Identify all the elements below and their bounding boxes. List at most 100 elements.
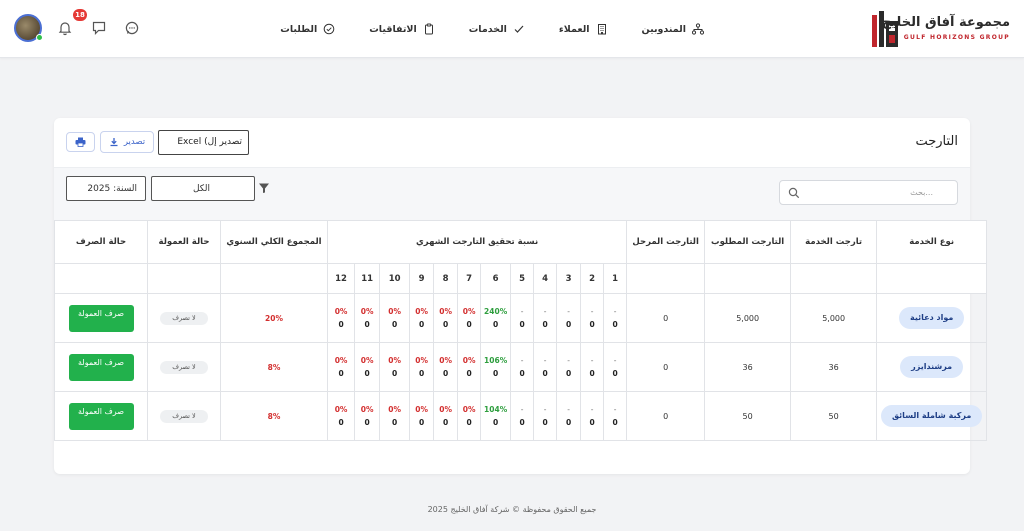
month-value: 0 bbox=[519, 320, 525, 329]
month-header: 6 bbox=[480, 263, 512, 294]
month-ratio-cell: 0% 0 bbox=[379, 342, 411, 392]
month-value: 0 bbox=[612, 320, 618, 329]
month-ratio-cell: -0 bbox=[510, 293, 535, 343]
month-value: 0 bbox=[589, 369, 595, 378]
month-percent: 0% bbox=[334, 356, 348, 365]
required-target-cell: 36 bbox=[704, 342, 792, 392]
annual-total-value: 8% bbox=[267, 411, 281, 421]
notification-badge: 18 bbox=[73, 9, 87, 21]
month-ratio-cell: -0 bbox=[533, 342, 558, 392]
month-percent: 0% bbox=[439, 405, 452, 414]
month-ratio-cell: 0% 0 bbox=[354, 342, 381, 392]
col-required-target: التارجت المطلوب bbox=[704, 220, 792, 264]
month-ratio-cell: 0% 0 bbox=[409, 293, 435, 343]
export-excel-button[interactable]: Excel (تصدير إل bbox=[158, 130, 249, 155]
month-ratio-cell: -0 bbox=[510, 342, 535, 392]
pay-commission-button[interactable]: صرف العمولة bbox=[68, 353, 134, 381]
month-percent: - bbox=[590, 356, 594, 365]
month-percent: 0% bbox=[439, 356, 452, 365]
print-button[interactable] bbox=[66, 132, 95, 152]
clipboard-icon bbox=[424, 23, 433, 35]
search-input[interactable]: بحث... bbox=[779, 180, 958, 205]
month-percent: 240% bbox=[484, 307, 508, 316]
brand-logo[interactable]: مجموعة آفاق الخليج GULF HORIZONS GROUP bbox=[870, 9, 1010, 49]
service-target-cell: 5,000 bbox=[790, 293, 878, 343]
category-select[interactable]: الكل bbox=[151, 176, 255, 201]
month-percent: 0% bbox=[462, 307, 476, 316]
month-header: 1 bbox=[603, 263, 628, 294]
month-ratio-cell: -0 bbox=[510, 391, 535, 441]
month-ratio-cell: -0 bbox=[533, 391, 558, 441]
month-percent: 0% bbox=[360, 307, 374, 316]
month-percent: - bbox=[567, 307, 570, 316]
month-percent: - bbox=[590, 405, 594, 414]
nav-item-services[interactable]: الخدمات bbox=[469, 20, 525, 38]
month-percent: 0% bbox=[388, 356, 401, 365]
top-navbar: مجموعة آفاق الخليج GULF HORIZONS GROUP ا… bbox=[0, 0, 1024, 58]
col-carried-target: التارجت المرحل bbox=[626, 220, 706, 264]
month-ratio-cell: -0 bbox=[533, 293, 558, 343]
nav-label: الخدمات bbox=[468, 23, 507, 35]
network-icon bbox=[692, 23, 704, 35]
month-ratio-cell: 240% 0 bbox=[480, 293, 512, 343]
month-percent: - bbox=[613, 307, 617, 316]
month-percent: - bbox=[520, 405, 524, 414]
month-header-row: 1 2 3 4 5 6 7 8 9 10 11 12 bbox=[54, 263, 988, 294]
month-header: 11 bbox=[354, 263, 381, 294]
month-header: 4 bbox=[533, 263, 558, 294]
month-value: 0 bbox=[392, 418, 398, 427]
month-percent: 0% bbox=[360, 356, 374, 365]
month-percent: - bbox=[543, 405, 547, 414]
month-value: 0 bbox=[392, 369, 398, 378]
footer-copyright: جميع الحقوق محفوظة © شركة آفاق الخليج 20… bbox=[427, 505, 597, 514]
month-ratio-cell: -0 bbox=[580, 391, 605, 441]
month-ratio-cell: -0 bbox=[603, 342, 628, 392]
pay-commission-button[interactable]: صرف العمولة bbox=[68, 402, 134, 430]
year-select[interactable]: السنة: 2025 bbox=[66, 176, 146, 201]
month-value: 0 bbox=[338, 418, 344, 427]
chat-bubble-icon[interactable] bbox=[91, 20, 107, 36]
month-ratio-cell: 0% 0 bbox=[433, 342, 459, 392]
col-annual-total: المجموع الكلي السنوي bbox=[220, 220, 328, 264]
export-button[interactable]: تصدير bbox=[100, 131, 154, 153]
nav-item-agreements[interactable]: الاتفاقيات bbox=[369, 20, 435, 38]
month-ratio-cell: 0% 0 bbox=[326, 293, 356, 343]
nav-item-representatives[interactable]: المندوبين bbox=[642, 20, 704, 38]
printer-icon bbox=[75, 137, 86, 147]
pay-commission-button[interactable]: صرف العمولة bbox=[68, 304, 134, 332]
month-ratio-cell: 0% 0 bbox=[457, 342, 482, 392]
required-target-cell: 50 bbox=[704, 391, 792, 441]
whatsapp-icon[interactable] bbox=[124, 20, 140, 36]
month-ratio-cell: 0% 0 bbox=[433, 293, 459, 343]
month-ratio-cell: 0% 0 bbox=[326, 342, 356, 392]
month-header: 9 bbox=[409, 263, 435, 294]
month-value: 0 bbox=[392, 320, 398, 329]
search-icon bbox=[788, 187, 800, 199]
bell-icon[interactable] bbox=[57, 20, 73, 36]
month-percent: - bbox=[543, 307, 547, 316]
nav-item-requests[interactable]: الطلبات bbox=[280, 20, 335, 38]
search-placeholder: بحث... bbox=[910, 188, 933, 197]
month-value: 0 bbox=[443, 418, 449, 427]
month-header: 8 bbox=[433, 263, 459, 294]
month-value: 0 bbox=[338, 369, 344, 378]
month-value: 0 bbox=[364, 320, 370, 329]
month-percent: - bbox=[590, 307, 594, 316]
col-commission-status: حالة العمولة bbox=[147, 220, 221, 264]
month-value: 0 bbox=[419, 320, 425, 329]
service-target-cell: 50 bbox=[790, 391, 878, 441]
service-target-cell: 36 bbox=[790, 342, 878, 392]
col-service-target: تارجت الخدمة bbox=[790, 220, 878, 264]
online-status-dot bbox=[36, 34, 43, 41]
month-ratio-cell: 0% 0 bbox=[457, 293, 482, 343]
month-ratio-cell: 0% 0 bbox=[326, 391, 356, 441]
month-percent: 0% bbox=[334, 405, 348, 414]
month-value: 0 bbox=[466, 418, 472, 427]
month-header: 7 bbox=[457, 263, 482, 294]
month-ratio-cell: -0 bbox=[580, 293, 605, 343]
month-value: 0 bbox=[612, 418, 618, 427]
service-type-pill: مركبة شاملة السائق bbox=[880, 405, 983, 427]
nav-item-clients[interactable]: العملاء bbox=[559, 20, 608, 38]
month-percent: 0% bbox=[439, 307, 452, 316]
month-percent: 0% bbox=[462, 405, 476, 414]
